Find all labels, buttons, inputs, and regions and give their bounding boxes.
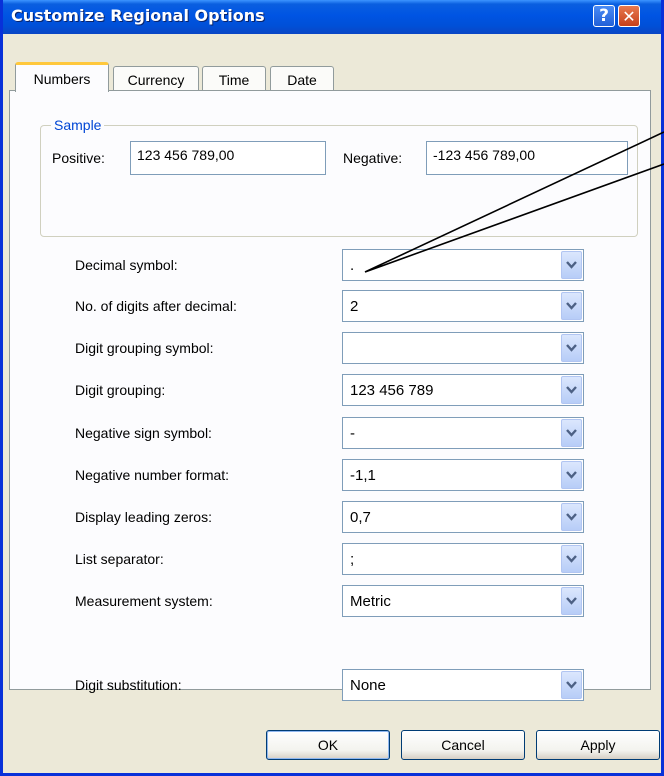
chevron-down-icon[interactable] <box>561 334 582 362</box>
digit-grouping-label: Digit grouping: <box>75 382 166 398</box>
chevron-down-icon[interactable] <box>561 292 582 320</box>
list-separator-value: ; <box>350 551 355 568</box>
sample-group-legend: Sample <box>51 117 105 133</box>
measurement-system-select[interactable]: Metric <box>342 585 584 617</box>
negative-sign-symbol-value: - <box>350 425 355 442</box>
digits-after-decimal-select[interactable]: 2 <box>342 290 584 322</box>
negative-sign-symbol-label: Negative sign symbol: <box>75 425 212 441</box>
chevron-down-icon[interactable] <box>561 587 582 615</box>
help-icon[interactable]: ? <box>593 5 615 27</box>
tab-date[interactable]: Date <box>270 66 334 92</box>
chevron-down-icon[interactable] <box>561 251 582 279</box>
digit-grouping-symbol-label: Digit grouping symbol: <box>75 340 214 356</box>
measurement-system-label: Measurement system: <box>75 593 213 609</box>
display-leading-zeros-select[interactable]: 0,7 <box>342 501 584 533</box>
negative-number-format-select[interactable]: -1,1 <box>342 459 584 491</box>
digit-grouping-value: 123 456 789 <box>350 382 434 399</box>
chevron-down-icon[interactable] <box>561 545 582 573</box>
digit-grouping-select[interactable]: 123 456 789 <box>342 374 584 406</box>
display-leading-zeros-label: Display leading zeros: <box>75 509 212 525</box>
chevron-down-icon[interactable] <box>561 671 582 699</box>
digit-substitution-value: None <box>350 677 386 694</box>
chevron-down-icon[interactable] <box>561 503 582 531</box>
digits-after-decimal-label: No. of digits after decimal: <box>75 298 237 314</box>
digits-after-decimal-value: 2 <box>350 298 359 315</box>
apply-button[interactable]: Apply <box>536 730 660 760</box>
positive-label: Positive: <box>52 150 105 166</box>
digit-substitution-label: Digit substitution: <box>75 677 182 693</box>
decimal-symbol-label: Decimal symbol: <box>75 257 178 273</box>
positive-sample-field[interactable]: 123 456 789,00 <box>130 141 326 175</box>
negative-number-format-value: -1,1 <box>350 467 376 484</box>
decimal-symbol-value: . <box>350 257 355 274</box>
measurement-system-value: Metric <box>350 593 391 610</box>
negative-label: Negative: <box>343 150 403 166</box>
list-separator-label: List separator: <box>75 551 164 567</box>
negative-sample-field[interactable]: -123 456 789,00 <box>426 141 628 175</box>
digit-grouping-symbol-select[interactable] <box>342 332 584 364</box>
negative-number-format-label: Negative number format: <box>75 467 230 483</box>
close-icon[interactable]: ✕ <box>618 5 640 27</box>
decimal-symbol-select[interactable]: . <box>342 249 584 281</box>
ok-button[interactable]: OK <box>266 730 390 760</box>
title-bar[interactable]: Customize Regional Options ? ✕ <box>3 0 661 34</box>
digit-substitution-select[interactable]: None <box>342 669 584 701</box>
tab-time[interactable]: Time <box>202 66 266 92</box>
cancel-button[interactable]: Cancel <box>401 730 525 760</box>
tab-numbers[interactable]: Numbers <box>15 62 109 92</box>
chevron-down-icon[interactable] <box>561 376 582 404</box>
list-separator-select[interactable]: ; <box>342 543 584 575</box>
window-title: Customize Regional Options <box>11 6 265 25</box>
chevron-down-icon[interactable] <box>561 461 582 489</box>
negative-sign-symbol-select[interactable]: - <box>342 417 584 449</box>
chevron-down-icon[interactable] <box>561 419 582 447</box>
display-leading-zeros-value: 0,7 <box>350 509 371 526</box>
tab-currency[interactable]: Currency <box>113 66 199 92</box>
